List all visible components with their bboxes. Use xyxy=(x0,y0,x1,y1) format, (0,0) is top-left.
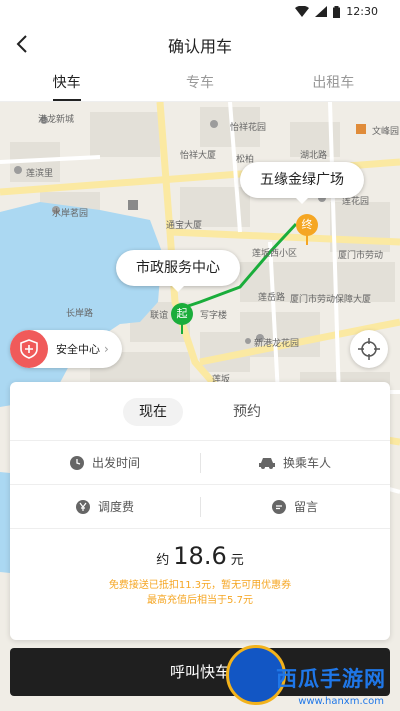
clock-time: 12:30 xyxy=(346,5,378,18)
mode-reserve[interactable]: 预约 xyxy=(217,398,277,426)
page-title: 确认用车 xyxy=(167,37,232,56)
yen-icon xyxy=(75,499,90,514)
map-label: 水岸茗园 xyxy=(52,209,89,219)
map-label: 通宝大厦 xyxy=(166,221,203,231)
map-label: 联谊 xyxy=(150,311,169,321)
map-label: 厦门市劳动保障大厦 xyxy=(290,295,372,305)
service-tabs: 快车 专车 出租车 xyxy=(0,64,400,102)
divider xyxy=(10,528,390,529)
recharge-note: 最高充值后相当于5.7元 xyxy=(147,595,253,606)
departure-time-label: 出发时间 xyxy=(91,456,140,470)
origin-bubble[interactable]: 市政服务中心 xyxy=(116,250,240,292)
map-label: 写字楼 xyxy=(200,311,228,321)
chevron-right-icon: › xyxy=(104,342,109,356)
battery-icon xyxy=(333,5,341,18)
safety-center-label: 安全中心 xyxy=(56,343,100,356)
tab-express[interactable]: 快车 xyxy=(0,64,133,101)
map-label: 怡祥大厦 xyxy=(180,151,217,161)
destination-bubble[interactable]: 五缘金绿广场 xyxy=(240,162,364,204)
tab-premier[interactable]: 专车 xyxy=(133,64,266,101)
dispatch-fee-label: 调度费 xyxy=(97,500,134,514)
price-value: 18.6 xyxy=(173,542,227,570)
watermark: 西瓜手游网 www.hanxm.com xyxy=(226,641,396,711)
map-label: 文峰园 xyxy=(372,127,400,137)
price-estimate[interactable]: 约 18.6 元 免费接送已抵扣11.3元，暂无可用优惠券 最高充值后相当于5.… xyxy=(10,542,390,608)
map-label: 怡祥花园 xyxy=(230,123,267,133)
watermark-text: 西瓜手游网 xyxy=(276,667,386,691)
message-label: 留言 xyxy=(293,500,318,514)
map-label: 港龙新城 xyxy=(38,115,75,125)
status-icons: 12:30 xyxy=(295,5,378,18)
wifi-icon xyxy=(295,6,310,17)
options-row: 调度费 留言 xyxy=(10,484,390,528)
car-icon xyxy=(258,457,275,469)
safety-center-button[interactable]: 安全中心 › xyxy=(10,330,122,368)
dispatch-fee-option[interactable]: 调度费 xyxy=(10,485,200,528)
map-label: 新港龙花园 xyxy=(254,339,300,349)
message-icon xyxy=(271,499,286,514)
change-passenger-label: 换乘车人 xyxy=(282,456,331,470)
options-row: 出发时间 换乘车人 xyxy=(10,440,390,484)
time-mode-toggle: 现在 预约 xyxy=(10,398,390,426)
order-card: 现在 预约 出发时间 换乘车人 调度费 留言 约 18.6 元 免费接送已抵扣1… xyxy=(10,382,390,640)
map-label: 长岸路 xyxy=(66,309,94,319)
shield-icon xyxy=(10,330,48,368)
title-bar: 确认用车 xyxy=(0,24,400,64)
clock-icon xyxy=(69,455,84,470)
locate-button[interactable] xyxy=(350,330,388,368)
change-passenger-option[interactable]: 换乘车人 xyxy=(200,441,390,484)
origin-pin: 起 xyxy=(171,303,193,325)
mode-now[interactable]: 现在 xyxy=(123,398,183,426)
status-bar: 12:30 xyxy=(0,0,400,24)
signal-icon xyxy=(315,6,328,17)
destination-pin-stem xyxy=(306,235,308,245)
map-label: 厦门市劳动 xyxy=(338,251,384,261)
departure-time-option[interactable]: 出发时间 xyxy=(10,441,200,484)
tab-taxi[interactable]: 出租车 xyxy=(267,64,400,101)
watermark-url: www.hanxm.com xyxy=(298,696,384,707)
origin-pin-stem xyxy=(181,324,183,334)
destination-pin: 终 xyxy=(296,214,318,236)
map-label: 莲滨里 xyxy=(26,169,54,179)
crosshair-icon xyxy=(358,338,380,360)
price-unit: 元 xyxy=(230,553,244,568)
discount-note: 免费接送已抵扣11.3元，暂无可用优惠券 xyxy=(108,580,292,591)
map-label: 湖北路 xyxy=(300,151,328,161)
message-option[interactable]: 留言 xyxy=(200,485,390,528)
price-approx-label: 约 xyxy=(156,553,170,568)
map-label: 莲坂西小区 xyxy=(252,249,298,259)
map-label: 莲岳路 xyxy=(258,293,286,303)
